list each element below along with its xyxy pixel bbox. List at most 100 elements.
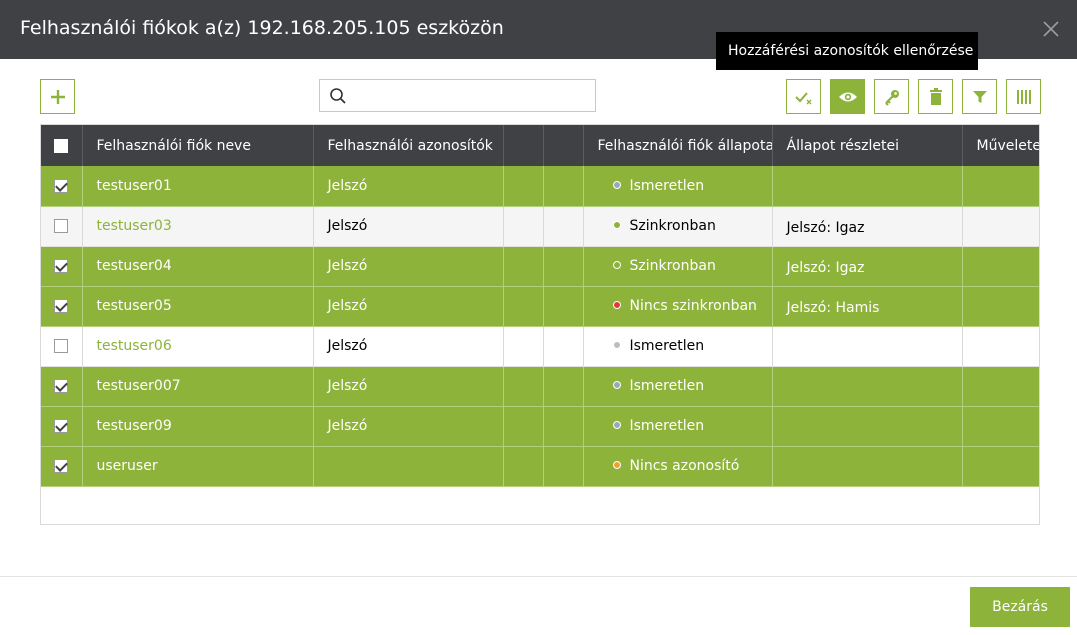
filter-icon — [972, 89, 988, 105]
table-row[interactable]: testuser06 Jelszó Ismeretlen — [41, 326, 1039, 367]
status-details: Jelszó: Hamis — [772, 286, 963, 327]
column-header-empty-2 — [543, 125, 584, 166]
account-name[interactable]: testuser06 — [82, 326, 314, 367]
select-all-checkbox[interactable] — [54, 138, 69, 153]
trash-icon — [928, 87, 944, 106]
search-box — [319, 79, 596, 112]
account-name[interactable]: testuser04 — [82, 246, 314, 287]
status-label: Szinkronban — [629, 218, 716, 234]
account-status: Ismeretlen — [583, 166, 773, 207]
row-checkbox-cell[interactable] — [41, 246, 83, 287]
empty-cell — [503, 446, 544, 487]
row-checkbox-cell[interactable] — [41, 326, 83, 367]
empty-cell — [503, 326, 544, 367]
actions-cell — [962, 206, 1039, 247]
column-header-status-details[interactable]: Állapot részletei — [772, 125, 963, 166]
row-checkbox[interactable] — [54, 259, 69, 273]
column-header-credentials[interactable]: Felhasználói azonosítók — [313, 125, 504, 166]
status-label: Szinkronban — [629, 258, 716, 274]
table-row[interactable]: useruser Nincs azonosító — [41, 446, 1039, 487]
row-checkbox[interactable] — [54, 379, 69, 393]
credential-type: Jelszó — [313, 206, 504, 247]
status-dot-icon — [612, 261, 621, 269]
account-status: Ismeretlen — [583, 366, 773, 407]
select-all-header[interactable] — [41, 125, 83, 166]
row-checkbox[interactable] — [54, 459, 69, 473]
status-details — [772, 366, 963, 407]
key-button[interactable] — [874, 79, 909, 114]
actions-cell — [962, 246, 1039, 287]
empty-cell — [543, 246, 584, 287]
status-label: Ismeretlen — [629, 418, 705, 434]
empty-cell — [543, 286, 584, 327]
check-credentials-button[interactable] — [786, 79, 821, 114]
account-name[interactable]: useruser — [82, 446, 314, 487]
credential-type: Jelszó — [313, 286, 504, 327]
key-icon — [883, 88, 901, 106]
credential-type: Jelszó — [313, 366, 504, 407]
status-details — [772, 326, 963, 367]
status-dot-icon — [612, 180, 621, 189]
account-name[interactable]: testuser01 — [82, 166, 314, 207]
account-name[interactable]: testuser09 — [82, 406, 314, 447]
search-input[interactable] — [354, 80, 592, 111]
status-details: Jelszó: Igaz — [772, 246, 963, 287]
row-checkbox-cell[interactable] — [41, 366, 83, 407]
status-label: Ismeretlen — [629, 378, 705, 394]
account-name[interactable]: testuser03 — [82, 206, 314, 247]
plus-icon — [49, 88, 67, 106]
table-row[interactable]: testuser05 Jelszó Nincs szinkronban Jelszó:… — [41, 286, 1039, 327]
row-checkbox[interactable] — [54, 219, 69, 233]
actions-cell — [962, 286, 1039, 327]
credential-type: Jelszó — [313, 326, 504, 367]
empty-cell — [543, 406, 584, 447]
table-row[interactable]: testuser007 Jelszó Ismeretlen — [41, 366, 1039, 407]
close-button[interactable]: Bezárás — [970, 587, 1070, 627]
status-label: Nincs szinkronban — [629, 298, 757, 314]
row-checkbox[interactable] — [54, 419, 69, 433]
status-dot-icon — [612, 301, 621, 309]
account-status: Nincs azonosító — [583, 446, 773, 487]
columns-icon — [1016, 89, 1032, 105]
account-status: Szinkronban — [583, 206, 773, 247]
verify-access-button[interactable] — [830, 79, 865, 114]
account-status: Ismeretlen — [583, 406, 773, 447]
row-checkbox-cell[interactable] — [41, 166, 83, 207]
row-checkbox[interactable] — [54, 299, 69, 313]
filter-button[interactable] — [962, 79, 997, 114]
row-checkbox-cell[interactable] — [41, 446, 83, 487]
empty-cell — [503, 246, 544, 287]
table-row[interactable]: testuser01 Jelszó Ismeretlen — [41, 166, 1039, 207]
column-header-empty-1 — [503, 125, 544, 166]
status-dot-icon — [612, 461, 621, 469]
table-row[interactable]: testuser04 Jelszó Szinkronban Jelszó: Igaz — [41, 246, 1039, 287]
status-details — [772, 406, 963, 447]
account-status: Ismeretlen — [583, 326, 773, 367]
column-header-account-status[interactable]: Felhasználói fiók állapota — [583, 125, 773, 166]
column-header-account-name[interactable]: Felhasználói fiók neve — [82, 125, 314, 166]
close-icon[interactable] — [1040, 18, 1062, 40]
row-checkbox-cell[interactable] — [41, 406, 83, 447]
status-dot-icon — [612, 221, 621, 229]
status-label: Ismeretlen — [629, 177, 705, 194]
table-row[interactable]: testuser03 Jelszó Szinkronban Jelszó: Igaz — [41, 206, 1039, 247]
row-checkbox[interactable] — [54, 339, 69, 353]
columns-button[interactable] — [1006, 79, 1041, 114]
row-checkbox-cell[interactable] — [41, 206, 83, 247]
row-checkbox[interactable] — [54, 178, 69, 193]
row-checkbox-cell[interactable] — [41, 286, 83, 327]
empty-cell — [543, 166, 584, 207]
delete-button[interactable] — [918, 79, 953, 114]
eye-icon — [838, 90, 858, 104]
status-dot-icon — [612, 381, 621, 389]
status-details — [772, 166, 963, 207]
actions-cell — [962, 406, 1039, 447]
table-row[interactable]: testuser09 Jelszó Ismeretlen — [41, 406, 1039, 447]
add-button[interactable] — [40, 79, 75, 114]
empty-cell — [503, 206, 544, 247]
credential-type — [313, 446, 504, 487]
account-name[interactable]: testuser05 — [82, 286, 314, 327]
table-header-row: Felhasználói fiók neve Felhasználói azon… — [41, 125, 1039, 166]
account-name[interactable]: testuser007 — [82, 366, 314, 407]
dialog-title: Felhasználói fiókok a(z) 192.168.205.105… — [20, 17, 504, 39]
